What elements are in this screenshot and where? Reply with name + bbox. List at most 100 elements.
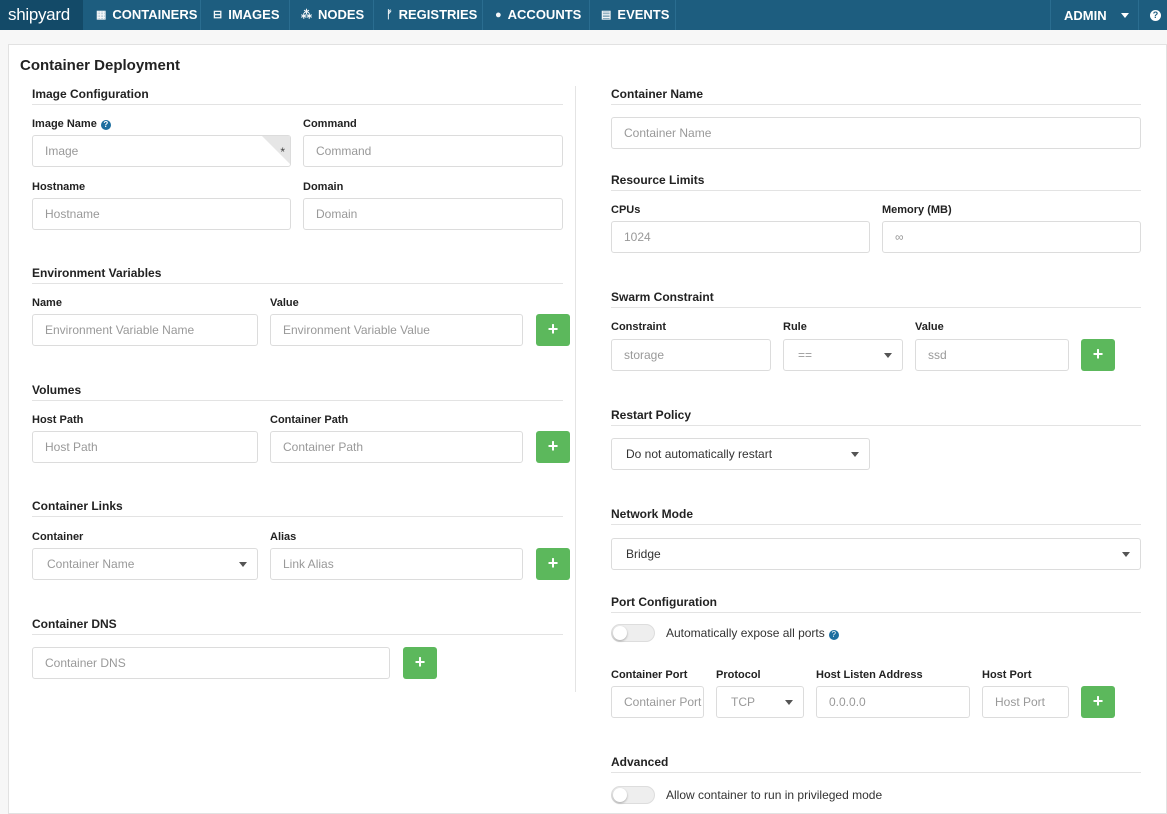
dns-placeholder: Container DNS	[45, 656, 126, 670]
nav-divider	[589, 0, 590, 30]
section-rule	[611, 772, 1141, 773]
nav-events[interactable]: ▤ EVENTS	[601, 0, 669, 30]
host-path-label: Host Path	[32, 414, 84, 426]
help-button[interactable]: ?	[1150, 0, 1161, 30]
section-rule	[611, 104, 1141, 105]
env-value-placeholder: Environment Variable Value	[283, 323, 430, 337]
protocol-label: Protocol	[716, 669, 761, 681]
cpus-placeholder: 1024	[624, 230, 651, 244]
rule-label: Rule	[783, 321, 807, 333]
chevron-down-icon	[884, 353, 892, 358]
protocol-select[interactable]: TCP	[716, 686, 804, 718]
nav-divider	[373, 0, 374, 30]
help-icon[interactable]: ?	[828, 630, 839, 640]
image-name-input[interactable]: Image *	[32, 135, 291, 167]
host-port-input[interactable]: Host Port	[982, 686, 1069, 718]
container-name-placeholder: Container Name	[624, 126, 712, 140]
constraint-placeholder: storage	[624, 348, 665, 362]
chevron-down-icon	[851, 452, 859, 457]
add-volume-button[interactable]: +	[536, 431, 570, 463]
constraint-input[interactable]: storage	[611, 339, 771, 371]
nav-containers[interactable]: ▦ CONTAINERS	[96, 0, 197, 30]
section-rule	[32, 634, 563, 635]
section-restart-policy: Restart Policy	[611, 408, 692, 422]
protocol-value: TCP	[731, 695, 755, 709]
nav-divider	[675, 0, 676, 30]
env-value-label: Value	[270, 297, 299, 309]
link-alias-input[interactable]: Link Alias	[270, 548, 523, 580]
network-mode-value: Bridge	[626, 547, 661, 561]
domain-input[interactable]: Domain	[303, 198, 563, 230]
network-mode-select[interactable]: Bridge	[611, 538, 1141, 570]
user-menu[interactable]: ADMIN	[1064, 0, 1129, 30]
rule-select[interactable]: ==	[783, 339, 903, 371]
host-address-placeholder: 0.0.0.0	[829, 695, 866, 709]
section-advanced: Advanced	[611, 755, 669, 769]
add-env-button[interactable]: +	[536, 314, 570, 346]
nav-images[interactable]: ⊟ IMAGES	[213, 0, 280, 30]
container-port-placeholder: Container Port	[624, 695, 702, 709]
section-port-configuration: Port Configuration	[611, 595, 717, 609]
hostname-input[interactable]: Hostname	[32, 198, 291, 230]
user-menu-label: ADMIN	[1064, 7, 1107, 23]
host-port-label: Host Port	[982, 669, 1032, 681]
top-navbar: shipyard ▦ CONTAINERS ⊟ IMAGES ⁂ NODES ᚠ…	[0, 0, 1167, 30]
container-path-input[interactable]: Container Path	[270, 431, 523, 463]
env-name-label: Name	[32, 297, 62, 309]
nav-registries[interactable]: ᚠ REGISTRIES	[386, 0, 477, 30]
add-link-button[interactable]: +	[536, 548, 570, 580]
user-icon: ●	[495, 9, 502, 21]
host-path-input[interactable]: Host Path	[32, 431, 258, 463]
shipyard-logo[interactable]: shipyard	[0, 0, 83, 30]
hostname-placeholder: Hostname	[45, 207, 100, 221]
section-rule	[32, 104, 563, 105]
help-icon: ?	[1150, 9, 1161, 21]
sitemap-icon: ⁂	[301, 9, 312, 21]
add-dns-button[interactable]: +	[403, 647, 437, 679]
nav-nodes[interactable]: ⁂ NODES	[301, 0, 364, 30]
section-image-configuration: Image Configuration	[32, 87, 149, 101]
container-name-input[interactable]: Container Name	[611, 117, 1141, 149]
constraint-value-placeholder: ssd	[928, 348, 947, 362]
link-alias-placeholder: Link Alias	[283, 557, 334, 571]
rule-value: ==	[798, 348, 813, 362]
nav-events-label: EVENTS	[617, 7, 670, 22]
chevron-down-icon	[1122, 552, 1130, 557]
dns-input[interactable]: Container DNS	[32, 647, 390, 679]
command-placeholder: Command	[316, 144, 372, 158]
constraint-value-input[interactable]: ssd	[915, 339, 1069, 371]
host-address-input[interactable]: 0.0.0.0	[816, 686, 970, 718]
container-port-input[interactable]: Container Port	[611, 686, 704, 718]
env-value-input[interactable]: Environment Variable Value	[270, 314, 523, 346]
command-label: Command	[303, 118, 357, 130]
plus-icon: +	[547, 436, 559, 456]
cpus-input[interactable]: 1024	[611, 221, 870, 253]
command-input[interactable]: Command	[303, 135, 563, 167]
restart-policy-value: Do not automatically restart	[626, 447, 773, 461]
nav-nodes-label: NODES	[318, 7, 365, 22]
link-container-select[interactable]: Container Name	[32, 548, 258, 580]
env-name-input[interactable]: Environment Variable Name	[32, 314, 258, 346]
privileged-mode-toggle[interactable]	[611, 786, 655, 804]
restart-policy-select[interactable]: Do not automatically restart	[611, 438, 870, 470]
section-swarm-constraint: Swarm Constraint	[611, 290, 714, 304]
nav-containers-label: CONTAINERS	[112, 7, 198, 22]
list-icon: ▤	[601, 9, 612, 21]
nav-divider	[200, 0, 201, 30]
host-port-placeholder: Host Port	[995, 695, 1046, 709]
section-rule	[32, 400, 563, 401]
page-title: Container Deployment	[20, 57, 181, 74]
section-rule	[611, 612, 1141, 613]
toggle-knob	[613, 626, 627, 640]
memory-placeholder: ∞	[895, 230, 904, 244]
chevron-down-icon	[239, 562, 247, 567]
column-divider	[575, 86, 576, 692]
expose-ports-toggle[interactable]	[611, 624, 655, 642]
section-network-mode: Network Mode	[611, 507, 694, 521]
section-resource-limits: Resource Limits	[611, 173, 705, 187]
add-port-button[interactable]: +	[1081, 686, 1115, 718]
memory-input[interactable]: ∞	[882, 221, 1141, 253]
add-constraint-button[interactable]: +	[1081, 339, 1115, 371]
nav-accounts[interactable]: ● ACCOUNTS	[495, 0, 581, 30]
help-icon[interactable]: ?	[100, 120, 111, 130]
